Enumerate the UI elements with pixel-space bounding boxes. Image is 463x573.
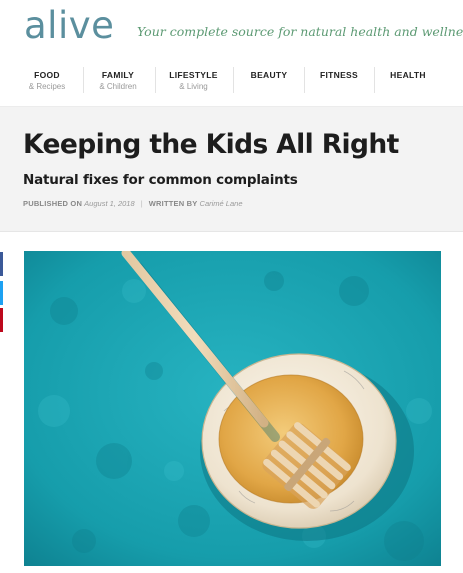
nav-item-label: FAMILY [101, 70, 135, 80]
nav-item-fitness[interactable]: FITNESS [311, 62, 367, 100]
nav-item-lifestyle[interactable]: LIFESTYLE & Living [162, 62, 225, 100]
nav-item-label: BEAUTY [250, 70, 288, 80]
honey-dipper-photo [24, 251, 441, 566]
twitter-share-icon[interactable] [0, 281, 3, 305]
nav-item-label: FITNESS [320, 70, 358, 80]
author-name[interactable]: Carimé Lane [200, 199, 243, 208]
article-byline: PUBLISHED ON August 1, 2018 | WRITTEN BY… [23, 199, 243, 208]
nav-item-label: LIFESTYLE [169, 70, 218, 80]
nav-item-sublabel: & Children [99, 82, 137, 91]
nav-divider [233, 67, 234, 93]
nav-item-label: HEALTH [390, 70, 426, 80]
site-logo[interactable]: alive [24, 4, 114, 48]
nav-item-sublabel: & Recipes [28, 82, 66, 91]
nav-item-food[interactable]: FOOD & Recipes [18, 62, 76, 100]
article-header: Keeping the Kids All Right Natural fixes… [0, 106, 463, 232]
nav-item-family[interactable]: FAMILY & Children [88, 62, 148, 100]
nav-item-beauty[interactable]: BEAUTY [240, 62, 298, 100]
nav-item-health[interactable]: HEALTH [380, 62, 436, 100]
nav-divider [83, 67, 84, 93]
nav-item-label: FOOD [34, 70, 60, 80]
nav-item-sublabel: & Living [179, 82, 208, 91]
written-by-label: WRITTEN BY [148, 199, 198, 208]
article-subtitle: Natural fixes for common complaints [23, 172, 298, 188]
nav-divider [304, 67, 305, 93]
published-label: PUBLISHED ON [23, 199, 83, 208]
site-header: alive Your complete source for natural h… [0, 0, 463, 56]
nav-divider [155, 67, 156, 93]
nav-divider [374, 67, 375, 93]
article-hero-image [24, 251, 441, 566]
site-tagline: Your complete source for natural health … [137, 24, 463, 39]
published-date: August 1, 2018 [84, 199, 135, 208]
byline-divider: | [140, 199, 143, 208]
pinterest-share-icon[interactable] [0, 308, 3, 332]
main-nav: FOOD & Recipes FAMILY & Children LIFESTY… [0, 62, 463, 100]
facebook-share-icon[interactable] [0, 252, 3, 276]
article-title: Keeping the Kids All Right [23, 129, 399, 160]
